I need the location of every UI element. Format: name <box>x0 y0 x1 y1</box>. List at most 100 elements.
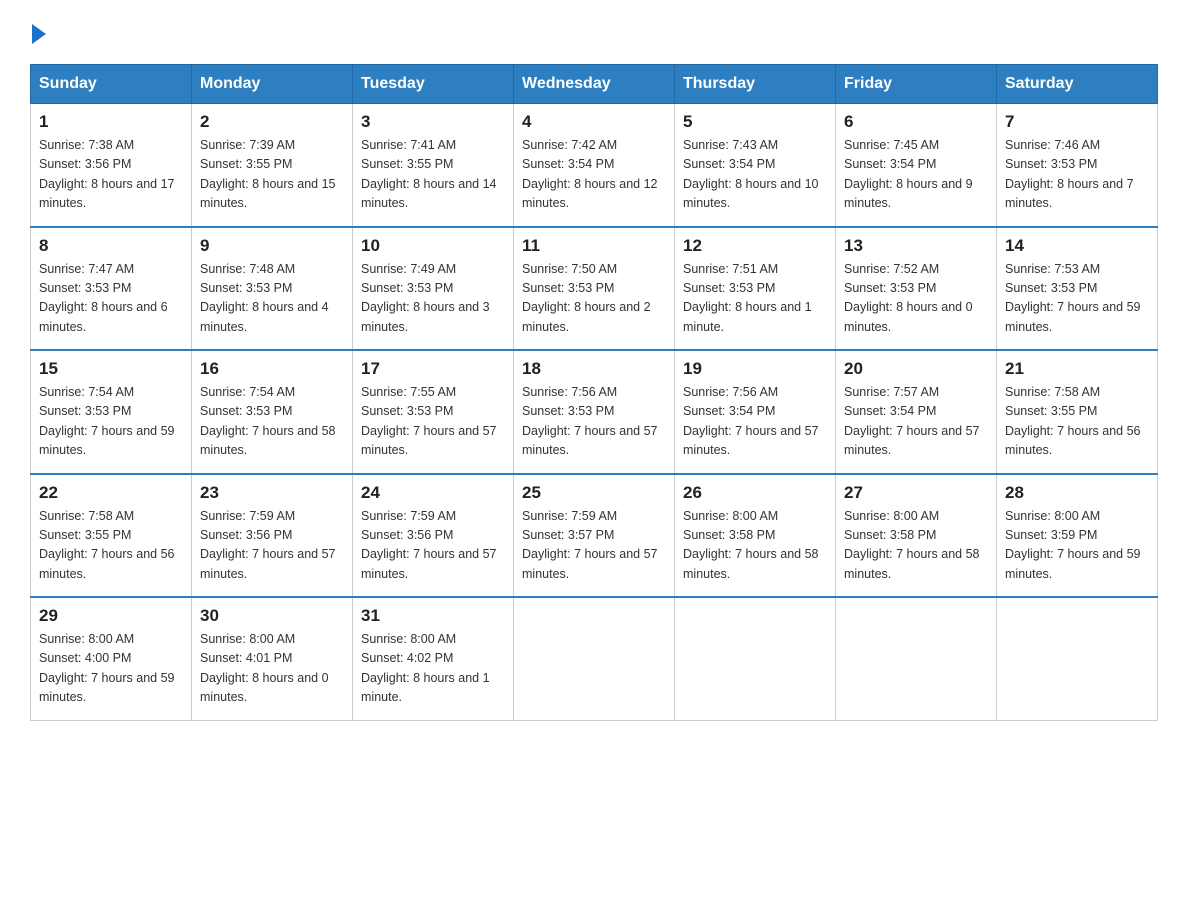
day-number: 21 <box>1005 359 1149 379</box>
calendar-day-3: 3 Sunrise: 7:41 AM Sunset: 3:55 PM Dayli… <box>353 104 514 227</box>
calendar-day-29: 29 Sunrise: 8:00 AM Sunset: 4:00 PM Dayl… <box>31 597 192 720</box>
day-info: Sunrise: 7:47 AM Sunset: 3:53 PM Dayligh… <box>39 260 183 338</box>
calendar-day-14: 14 Sunrise: 7:53 AM Sunset: 3:53 PM Dayl… <box>997 227 1158 351</box>
calendar-day-2: 2 Sunrise: 7:39 AM Sunset: 3:55 PM Dayli… <box>192 104 353 227</box>
day-number: 14 <box>1005 236 1149 256</box>
calendar-day-16: 16 Sunrise: 7:54 AM Sunset: 3:53 PM Dayl… <box>192 350 353 474</box>
day-number: 17 <box>361 359 505 379</box>
day-number: 30 <box>200 606 344 626</box>
calendar-day-10: 10 Sunrise: 7:49 AM Sunset: 3:53 PM Dayl… <box>353 227 514 351</box>
day-number: 6 <box>844 112 988 132</box>
page-header <box>30 20 1158 44</box>
calendar-week-row: 22 Sunrise: 7:58 AM Sunset: 3:55 PM Dayl… <box>31 474 1158 598</box>
calendar-day-30: 30 Sunrise: 8:00 AM Sunset: 4:01 PM Dayl… <box>192 597 353 720</box>
day-number: 15 <box>39 359 183 379</box>
day-info: Sunrise: 7:53 AM Sunset: 3:53 PM Dayligh… <box>1005 260 1149 338</box>
calendar-empty-cell <box>836 597 997 720</box>
day-number: 11 <box>522 236 666 256</box>
calendar-day-13: 13 Sunrise: 7:52 AM Sunset: 3:53 PM Dayl… <box>836 227 997 351</box>
day-number: 8 <box>39 236 183 256</box>
day-info: Sunrise: 7:51 AM Sunset: 3:53 PM Dayligh… <box>683 260 827 338</box>
calendar-day-21: 21 Sunrise: 7:58 AM Sunset: 3:55 PM Dayl… <box>997 350 1158 474</box>
day-info: Sunrise: 8:00 AM Sunset: 4:02 PM Dayligh… <box>361 630 505 708</box>
calendar-day-9: 9 Sunrise: 7:48 AM Sunset: 3:53 PM Dayli… <box>192 227 353 351</box>
day-info: Sunrise: 7:41 AM Sunset: 3:55 PM Dayligh… <box>361 136 505 214</box>
day-number: 13 <box>844 236 988 256</box>
day-info: Sunrise: 7:58 AM Sunset: 3:55 PM Dayligh… <box>1005 383 1149 461</box>
calendar-empty-cell <box>997 597 1158 720</box>
calendar-day-28: 28 Sunrise: 8:00 AM Sunset: 3:59 PM Dayl… <box>997 474 1158 598</box>
day-info: Sunrise: 8:00 AM Sunset: 4:00 PM Dayligh… <box>39 630 183 708</box>
day-number: 28 <box>1005 483 1149 503</box>
day-number: 31 <box>361 606 505 626</box>
calendar-day-11: 11 Sunrise: 7:50 AM Sunset: 3:53 PM Dayl… <box>514 227 675 351</box>
day-info: Sunrise: 7:59 AM Sunset: 3:56 PM Dayligh… <box>361 507 505 585</box>
day-info: Sunrise: 7:54 AM Sunset: 3:53 PM Dayligh… <box>200 383 344 461</box>
day-number: 18 <box>522 359 666 379</box>
day-number: 4 <box>522 112 666 132</box>
day-number: 5 <box>683 112 827 132</box>
day-number: 20 <box>844 359 988 379</box>
day-number: 26 <box>683 483 827 503</box>
column-header-wednesday: Wednesday <box>514 65 675 104</box>
calendar-day-20: 20 Sunrise: 7:57 AM Sunset: 3:54 PM Dayl… <box>836 350 997 474</box>
day-info: Sunrise: 7:43 AM Sunset: 3:54 PM Dayligh… <box>683 136 827 214</box>
day-number: 25 <box>522 483 666 503</box>
day-number: 23 <box>200 483 344 503</box>
calendar-day-7: 7 Sunrise: 7:46 AM Sunset: 3:53 PM Dayli… <box>997 104 1158 227</box>
day-number: 19 <box>683 359 827 379</box>
day-number: 3 <box>361 112 505 132</box>
calendar-day-22: 22 Sunrise: 7:58 AM Sunset: 3:55 PM Dayl… <box>31 474 192 598</box>
day-info: Sunrise: 7:42 AM Sunset: 3:54 PM Dayligh… <box>522 136 666 214</box>
day-info: Sunrise: 7:50 AM Sunset: 3:53 PM Dayligh… <box>522 260 666 338</box>
day-number: 2 <box>200 112 344 132</box>
calendar-day-17: 17 Sunrise: 7:55 AM Sunset: 3:53 PM Dayl… <box>353 350 514 474</box>
column-header-monday: Monday <box>192 65 353 104</box>
day-number: 16 <box>200 359 344 379</box>
column-header-friday: Friday <box>836 65 997 104</box>
day-info: Sunrise: 7:59 AM Sunset: 3:57 PM Dayligh… <box>522 507 666 585</box>
day-info: Sunrise: 7:54 AM Sunset: 3:53 PM Dayligh… <box>39 383 183 461</box>
calendar-day-27: 27 Sunrise: 8:00 AM Sunset: 3:58 PM Dayl… <box>836 474 997 598</box>
day-info: Sunrise: 7:49 AM Sunset: 3:53 PM Dayligh… <box>361 260 505 338</box>
column-header-thursday: Thursday <box>675 65 836 104</box>
calendar-day-12: 12 Sunrise: 7:51 AM Sunset: 3:53 PM Dayl… <box>675 227 836 351</box>
day-number: 7 <box>1005 112 1149 132</box>
day-info: Sunrise: 8:00 AM Sunset: 4:01 PM Dayligh… <box>200 630 344 708</box>
day-info: Sunrise: 7:58 AM Sunset: 3:55 PM Dayligh… <box>39 507 183 585</box>
column-header-sunday: Sunday <box>31 65 192 104</box>
day-number: 22 <box>39 483 183 503</box>
day-info: Sunrise: 7:39 AM Sunset: 3:55 PM Dayligh… <box>200 136 344 214</box>
day-number: 12 <box>683 236 827 256</box>
day-info: Sunrise: 8:00 AM Sunset: 3:58 PM Dayligh… <box>683 507 827 585</box>
day-number: 10 <box>361 236 505 256</box>
calendar-week-row: 15 Sunrise: 7:54 AM Sunset: 3:53 PM Dayl… <box>31 350 1158 474</box>
calendar-table: SundayMondayTuesdayWednesdayThursdayFrid… <box>30 64 1158 721</box>
calendar-header-row: SundayMondayTuesdayWednesdayThursdayFrid… <box>31 65 1158 104</box>
day-info: Sunrise: 8:00 AM Sunset: 3:59 PM Dayligh… <box>1005 507 1149 585</box>
column-header-saturday: Saturday <box>997 65 1158 104</box>
calendar-day-8: 8 Sunrise: 7:47 AM Sunset: 3:53 PM Dayli… <box>31 227 192 351</box>
day-number: 24 <box>361 483 505 503</box>
calendar-day-4: 4 Sunrise: 7:42 AM Sunset: 3:54 PM Dayli… <box>514 104 675 227</box>
calendar-day-25: 25 Sunrise: 7:59 AM Sunset: 3:57 PM Dayl… <box>514 474 675 598</box>
calendar-week-row: 1 Sunrise: 7:38 AM Sunset: 3:56 PM Dayli… <box>31 104 1158 227</box>
calendar-day-23: 23 Sunrise: 7:59 AM Sunset: 3:56 PM Dayl… <box>192 474 353 598</box>
day-info: Sunrise: 7:48 AM Sunset: 3:53 PM Dayligh… <box>200 260 344 338</box>
day-info: Sunrise: 7:38 AM Sunset: 3:56 PM Dayligh… <box>39 136 183 214</box>
day-info: Sunrise: 7:59 AM Sunset: 3:56 PM Dayligh… <box>200 507 344 585</box>
day-info: Sunrise: 7:45 AM Sunset: 3:54 PM Dayligh… <box>844 136 988 214</box>
calendar-day-26: 26 Sunrise: 8:00 AM Sunset: 3:58 PM Dayl… <box>675 474 836 598</box>
calendar-day-6: 6 Sunrise: 7:45 AM Sunset: 3:54 PM Dayli… <box>836 104 997 227</box>
day-info: Sunrise: 7:57 AM Sunset: 3:54 PM Dayligh… <box>844 383 988 461</box>
logo <box>30 20 46 44</box>
calendar-empty-cell <box>514 597 675 720</box>
day-info: Sunrise: 8:00 AM Sunset: 3:58 PM Dayligh… <box>844 507 988 585</box>
day-info: Sunrise: 7:56 AM Sunset: 3:53 PM Dayligh… <box>522 383 666 461</box>
calendar-empty-cell <box>675 597 836 720</box>
day-info: Sunrise: 7:46 AM Sunset: 3:53 PM Dayligh… <box>1005 136 1149 214</box>
day-number: 29 <box>39 606 183 626</box>
calendar-week-row: 29 Sunrise: 8:00 AM Sunset: 4:00 PM Dayl… <box>31 597 1158 720</box>
day-number: 1 <box>39 112 183 132</box>
day-number: 9 <box>200 236 344 256</box>
